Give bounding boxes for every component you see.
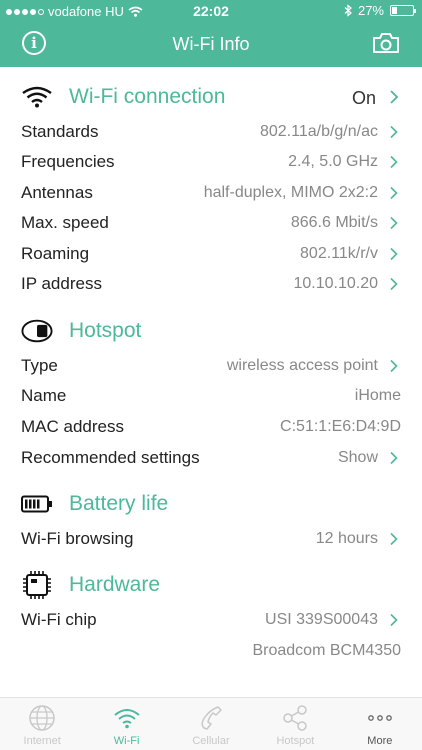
row-wifi-browsing[interactable]: Wi-Fi browsing 12 hours: [0, 524, 422, 554]
tab-label: Internet: [23, 735, 61, 747]
chevron-right-icon: [390, 451, 398, 465]
chevron-right-icon: [390, 247, 398, 261]
hotspot-wifi-logo-icon: [21, 318, 53, 344]
tab-label: Wi-Fi: [113, 735, 140, 747]
chevron-right-icon: [390, 90, 399, 104]
row-value: half-duplex, MIMO 2x2:2: [203, 184, 378, 201]
row-value: 10.10.10.20: [293, 275, 378, 292]
section-title: Wi-Fi connection: [69, 85, 226, 108]
tab-wifi[interactable]: Wi-Fi: [84, 698, 168, 750]
row-label: Name: [21, 386, 67, 405]
status-right: 27%: [344, 3, 416, 18]
wifi-status-value: On: [351, 88, 376, 108]
row-roaming[interactable]: Roaming 802.11k/r/v: [0, 239, 422, 269]
row-value: 12 hours: [315, 530, 378, 547]
section-battery-life: Battery life: [0, 485, 422, 523]
row-antennas[interactable]: Antennas half-duplex, MIMO 2x2:2: [0, 178, 422, 208]
battery-percent: 27%: [357, 3, 384, 18]
top-bar: vodafone HU 22:02 27% i Wi-Fi Info: [0, 0, 422, 67]
wifi-icon: [113, 709, 140, 729]
row-value: USI 339S00043: [265, 611, 378, 628]
row-value: C:51:1:E6:D4:9D: [280, 418, 401, 435]
row-label: Wi-Fi chip: [21, 610, 97, 629]
chevron-right-icon: [390, 186, 398, 200]
row-chip-vendor: Broadcom BCM4350: [0, 636, 422, 666]
status-bar: vodafone HU 22:02 27%: [0, 0, 422, 22]
row-type[interactable]: Type wireless access point: [0, 351, 422, 381]
chevron-right-icon: [390, 359, 398, 373]
section-title: Hotspot: [69, 319, 142, 342]
row-value: wireless access point: [226, 357, 378, 374]
row-value: 866.6 Mbit/s: [290, 214, 378, 231]
section-title: Battery life: [69, 492, 169, 515]
tab-label: Cellular: [192, 735, 230, 747]
row-value: 802.11a/b/g/n/ac: [259, 123, 378, 140]
row-label: Frequencies: [21, 152, 115, 171]
chevron-right-icon: [390, 277, 398, 291]
more-icon: [367, 715, 392, 721]
section-hardware: Hardware: [0, 566, 422, 604]
tab-label: Hotspot: [276, 735, 315, 747]
chevron-right-icon: [390, 216, 398, 230]
row-max-speed[interactable]: Max. speed 866.6 Mbit/s: [0, 208, 422, 238]
row-label: MAC address: [21, 417, 124, 436]
row-recommended-settings[interactable]: Recommended settings Show: [0, 443, 422, 473]
chevron-right-icon: [390, 532, 398, 546]
chevron-right-icon: [390, 125, 398, 139]
row-name: Name iHome: [0, 381, 422, 411]
row-wifi-chip[interactable]: Wi-Fi chip USI 339S00043: [0, 605, 422, 635]
row-value: iHome: [354, 387, 401, 404]
section-title: Hardware: [69, 573, 161, 596]
share-icon: [283, 705, 308, 731]
tab-more[interactable]: More: [338, 698, 422, 750]
tab-internet[interactable]: Internet: [0, 698, 84, 750]
bluetooth-icon: [344, 4, 352, 17]
row-label: Max. speed: [21, 213, 109, 232]
row-value: 2.4, 5.0 GHz: [288, 153, 378, 170]
row-ip-address[interactable]: IP address 10.10.10.20: [0, 269, 422, 299]
section-wifi-connection[interactable]: Wi-Fi connection On: [0, 78, 422, 116]
row-label: IP address: [21, 274, 102, 293]
chip-icon: [21, 571, 53, 599]
row-standards[interactable]: Standards 802.11a/b/g/n/ac: [0, 117, 422, 147]
page-title: Wi-Fi Info: [172, 34, 250, 54]
row-label: Type: [21, 356, 58, 375]
camera-icon[interactable]: [372, 32, 400, 54]
tab-label: More: [367, 735, 393, 747]
row-value: Show: [337, 449, 378, 466]
row-label: Antennas: [21, 183, 93, 202]
wifi-icon: [21, 84, 53, 110]
row-label: Wi-Fi browsing: [21, 529, 134, 548]
globe-icon: [29, 705, 55, 731]
row-label: Recommended settings: [21, 448, 200, 467]
nav-bar: i Wi-Fi Info: [0, 22, 422, 67]
battery-icon: [390, 5, 416, 16]
section-hotspot: Hotspot: [0, 312, 422, 350]
tab-cellular[interactable]: Cellular: [169, 698, 253, 750]
battery-icon: [21, 491, 53, 517]
row-value: Broadcom BCM4350: [252, 642, 401, 659]
tab-bar: Internet Wi-Fi Cellular Hotspot More: [0, 697, 422, 750]
row-value: 802.11k/r/v: [300, 245, 378, 262]
row-mac-address: MAC address C:51:1:E6:D4:9D: [0, 412, 422, 442]
chevron-right-icon: [390, 155, 398, 169]
row-label: Standards: [21, 122, 99, 141]
phone-icon: [201, 706, 222, 730]
row-frequencies[interactable]: Frequencies 2.4, 5.0 GHz: [0, 147, 422, 177]
tab-hotspot[interactable]: Hotspot: [253, 698, 337, 750]
chevron-right-icon: [390, 613, 398, 627]
main-content: Wi-Fi connection On Standards 802.11a/b/…: [0, 67, 422, 697]
row-label: Roaming: [21, 244, 90, 263]
